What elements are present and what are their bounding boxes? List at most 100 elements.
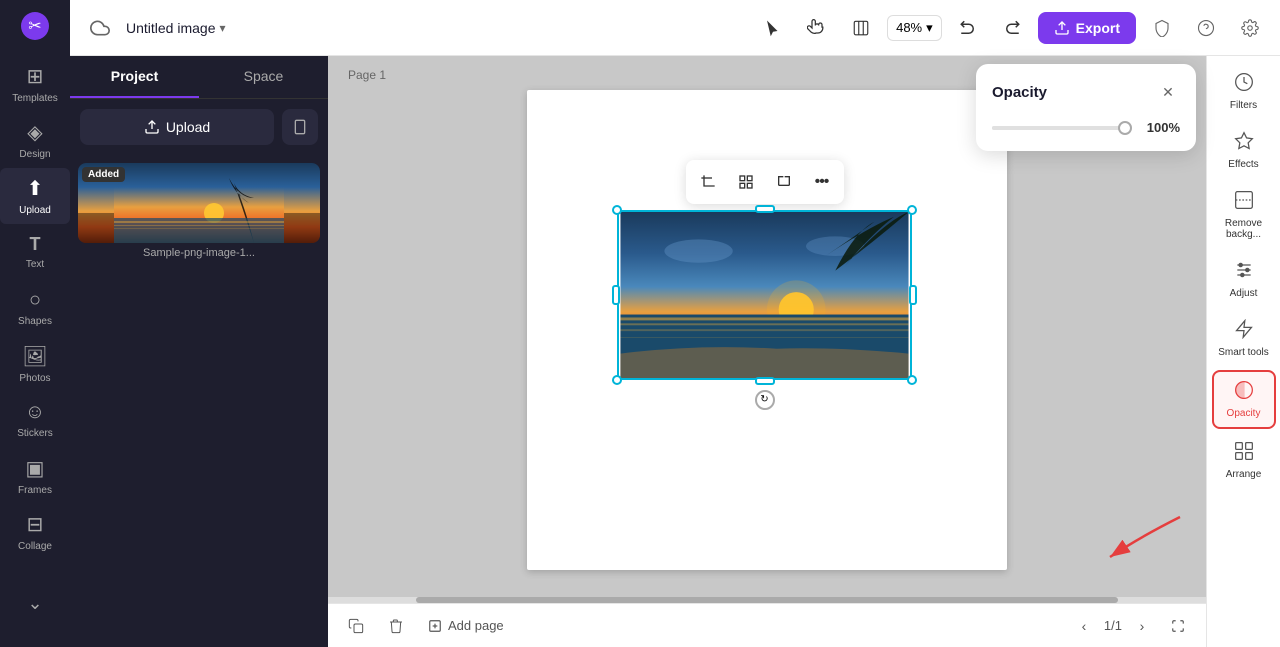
- close-icon: ✕: [1162, 84, 1174, 101]
- remove-bg-button[interactable]: Remove backg...: [1212, 182, 1276, 248]
- document-title-area[interactable]: Untitled image ▾: [126, 20, 226, 36]
- panel-tabs: Project Space: [70, 56, 328, 99]
- handle-top-right[interactable]: [907, 205, 917, 215]
- sidebar-item-design[interactable]: ◈ Design: [0, 112, 70, 168]
- handle-mid-left[interactable]: [612, 285, 620, 305]
- text-icon: T: [30, 234, 41, 255]
- shapes-icon: ○: [29, 289, 41, 312]
- scrollbar-thumb[interactable]: [416, 597, 1118, 603]
- redo-button[interactable]: [994, 10, 1030, 46]
- effects-button[interactable]: Effects: [1212, 123, 1276, 178]
- adjust-label: Adjust: [1230, 288, 1258, 299]
- sidebar-item-stickers[interactable]: ☺ Stickers: [0, 392, 70, 448]
- document-title: Untitled image: [126, 20, 216, 36]
- app-logo: ✂: [17, 8, 53, 44]
- add-page-label: Add page: [448, 618, 504, 633]
- next-page-button[interactable]: ›: [1126, 610, 1158, 642]
- sidebar-item-text[interactable]: T Text: [0, 224, 70, 280]
- filters-button[interactable]: Filters: [1212, 64, 1276, 119]
- upload-icon: ⬆: [27, 176, 44, 201]
- panel-sidebar: Project Space Upload: [70, 56, 328, 647]
- handle-top-mid[interactable]: [755, 205, 775, 213]
- sidebar-item-label: Frames: [18, 485, 52, 496]
- arrange-button[interactable]: Arrange: [1212, 433, 1276, 488]
- settings-button[interactable]: [1232, 10, 1268, 46]
- handle-top-left[interactable]: [612, 205, 622, 215]
- topbar: Untitled image ▾ 48% ▾: [70, 0, 1280, 56]
- flip-button[interactable]: [766, 164, 802, 200]
- duplicate-page-button[interactable]: [340, 610, 372, 642]
- handle-bottom-right[interactable]: [907, 375, 917, 385]
- more-options-button[interactable]: •••: [804, 164, 840, 200]
- crop-button[interactable]: [690, 164, 726, 200]
- opacity-slider-row: 100%: [992, 120, 1180, 135]
- sidebar-item-label: Design: [19, 149, 50, 160]
- panel-actions: Upload: [70, 99, 328, 155]
- zoom-chevron: ▾: [926, 20, 933, 36]
- tab-space[interactable]: Space: [199, 56, 328, 98]
- sidebar-item-frames[interactable]: ▣ Frames: [0, 448, 70, 504]
- canvas-image: [617, 210, 912, 380]
- canvas-image-wrapper[interactable]: •••: [617, 210, 912, 380]
- delete-page-button[interactable]: [380, 610, 412, 642]
- handle-mid-right[interactable]: [909, 285, 917, 305]
- opacity-value: 100%: [1142, 120, 1180, 135]
- zoom-control[interactable]: 48% ▾: [887, 15, 942, 41]
- sidebar-item-templates[interactable]: ⊞ Templates: [0, 56, 70, 112]
- opacity-button[interactable]: Opacity: [1212, 370, 1276, 429]
- add-page-button[interactable]: Add page: [420, 614, 512, 637]
- icon-sidebar: ✂ ⊞ Templates ◈ Design ⬆ Upload T Text ○…: [0, 0, 70, 647]
- sidebar-item-label: Upload: [19, 205, 51, 216]
- opacity-slider[interactable]: [992, 126, 1132, 130]
- svg-text:✂: ✂: [28, 18, 41, 35]
- grid-button[interactable]: [728, 164, 764, 200]
- horizontal-scrollbar[interactable]: [328, 597, 1206, 603]
- remove-bg-label: Remove backg...: [1216, 218, 1272, 240]
- sidebar-item-more[interactable]: ⌄: [23, 575, 46, 631]
- effects-icon: [1234, 131, 1254, 156]
- arrange-icon: [1234, 441, 1254, 466]
- page-canvas[interactable]: •••: [527, 90, 1007, 570]
- tab-project[interactable]: Project: [70, 56, 199, 98]
- frame-tool-button[interactable]: [843, 10, 879, 46]
- opacity-slider-thumb[interactable]: [1118, 121, 1132, 135]
- sidebar-item-label: Text: [26, 259, 44, 270]
- smart-tools-label: Smart tools: [1218, 347, 1269, 358]
- upload-button[interactable]: Upload: [80, 109, 274, 145]
- cloud-save-button[interactable]: [82, 10, 118, 46]
- mobile-button[interactable]: [282, 109, 318, 145]
- sidebar-item-label: Stickers: [17, 428, 53, 439]
- prev-page-button[interactable]: ‹: [1068, 610, 1100, 642]
- sidebar-item-upload[interactable]: ⬆ Upload: [0, 168, 70, 224]
- rotate-handle[interactable]: ↻: [755, 390, 775, 410]
- right-panel: Filters Effects Remove backg...: [1206, 56, 1280, 647]
- filters-label: Filters: [1230, 100, 1257, 111]
- adjust-button[interactable]: Adjust: [1212, 252, 1276, 307]
- sidebar-item-label: Photos: [19, 373, 50, 384]
- handle-bottom-left[interactable]: [612, 375, 622, 385]
- panel-content: Added Sample-png-image-1...: [70, 155, 328, 647]
- opacity-close-button[interactable]: ✕: [1156, 80, 1180, 104]
- sidebar-item-photos[interactable]: 🖼 Photos: [0, 336, 70, 392]
- smart-tools-icon: [1234, 319, 1254, 344]
- export-label: Export: [1076, 20, 1120, 36]
- photos-icon: 🖼: [22, 344, 47, 369]
- handle-bottom-mid[interactable]: [755, 377, 775, 385]
- sidebar-item-label: Shapes: [18, 316, 52, 327]
- sidebar-item-collage[interactable]: ⊟ Collage: [0, 504, 70, 560]
- opacity-panel: Opacity ✕ 100%: [976, 64, 1196, 151]
- cursor-tool-button[interactable]: [755, 10, 791, 46]
- canvas-bottom: Add page ‹ 1/1 ›: [328, 603, 1206, 647]
- help-button[interactable]: [1188, 10, 1224, 46]
- sidebar-item-shapes[interactable]: ○ Shapes: [0, 280, 70, 336]
- opacity-panel-title: Opacity: [992, 84, 1047, 101]
- smart-tools-button[interactable]: Smart tools: [1212, 311, 1276, 366]
- fullscreen-button[interactable]: [1162, 610, 1194, 642]
- export-button[interactable]: Export: [1038, 12, 1136, 44]
- undo-button[interactable]: [950, 10, 986, 46]
- sidebar-item-label: Collage: [18, 541, 52, 552]
- shield-button[interactable]: [1144, 10, 1180, 46]
- hand-tool-button[interactable]: [799, 10, 835, 46]
- media-item-sunset[interactable]: Added Sample-png-image-1...: [78, 163, 320, 259]
- zoom-value: 48%: [896, 20, 922, 35]
